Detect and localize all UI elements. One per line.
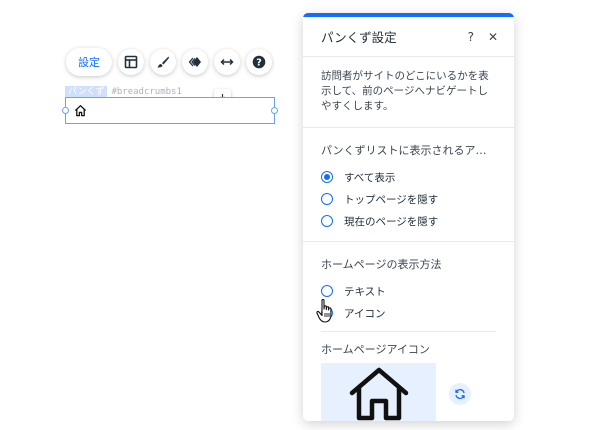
brush-icon xyxy=(157,56,169,68)
resize-handle-right[interactable] xyxy=(271,107,278,114)
home-icon-section: ホームページアイコン xyxy=(303,341,514,357)
visibility-section-title: パンくずリストに表示されるア… xyxy=(321,144,487,157)
element-id-tag: #breadcrumbs1 xyxy=(111,87,182,97)
help-icon[interactable]: ? xyxy=(468,31,474,43)
layout-button[interactable] xyxy=(118,49,144,75)
refresh-icon xyxy=(455,389,465,399)
radio-label: すべて表示 xyxy=(344,171,396,184)
help-button[interactable]: ? xyxy=(246,49,272,75)
layout-icon xyxy=(124,55,138,69)
breadcrumbs-element[interactable] xyxy=(62,97,278,124)
radio-label: アイコン xyxy=(344,307,386,320)
home-icon-section-title: ホームページアイコン xyxy=(321,343,430,356)
replace-icon-button[interactable] xyxy=(449,383,471,405)
animation-icon xyxy=(188,57,201,67)
animation-button[interactable] xyxy=(182,49,208,75)
section-divider xyxy=(303,241,514,242)
home-icon-picker xyxy=(303,363,514,421)
stretch-button[interactable] xyxy=(214,49,240,75)
radio-button[interactable] xyxy=(321,193,333,205)
help-icon: ? xyxy=(252,55,266,68)
section-divider xyxy=(321,331,496,332)
radio-show-all[interactable]: すべて表示 xyxy=(321,166,496,188)
home-icon xyxy=(74,105,87,117)
settings-button[interactable]: 設定 xyxy=(66,48,112,76)
radio-button[interactable] xyxy=(321,215,333,227)
radio-button[interactable] xyxy=(321,171,333,183)
visibility-section: パンくずリストに表示されるア… すべて表示 トップページを隠す 現在のページを隠… xyxy=(303,142,514,232)
home-display-section-title: ホームページの表示方法 xyxy=(321,258,442,271)
radio-text[interactable]: テキスト xyxy=(321,280,496,302)
radio-icon[interactable]: アイコン xyxy=(321,302,496,324)
hand-cursor-icon xyxy=(316,299,332,323)
breadcrumbs-settings-panel: パンくず設定 ? ✕ 訪問者がサイトのどこにいるかを表示して、前のページへナビゲ… xyxy=(303,13,514,421)
home-icon-preview[interactable] xyxy=(321,363,436,421)
element-toolbar: 設定 ? xyxy=(66,48,272,76)
close-icon[interactable]: ✕ xyxy=(488,31,498,43)
resize-handle-left[interactable] xyxy=(62,107,69,114)
radio-label: テキスト xyxy=(344,285,386,298)
panel-title: パンくず設定 xyxy=(321,30,397,45)
radio-label: トップページを隠す xyxy=(344,193,439,206)
home-icon xyxy=(349,367,408,421)
radio-button[interactable] xyxy=(321,285,333,297)
design-button[interactable] xyxy=(150,49,176,75)
radio-label: 現在のページを隠す xyxy=(344,215,439,228)
radio-hide-current-page[interactable]: 現在のページを隠す xyxy=(321,210,496,232)
svg-text:?: ? xyxy=(256,57,262,68)
stretch-icon xyxy=(220,58,234,66)
panel-description: 訪問者がサイトのどこにいるかを表示して、前のページへナビゲートしやすくします。 xyxy=(303,57,514,128)
panel-header[interactable]: パンくず設定 ? ✕ xyxy=(303,17,514,57)
radio-hide-top-page[interactable]: トップページを隠す xyxy=(321,188,496,210)
